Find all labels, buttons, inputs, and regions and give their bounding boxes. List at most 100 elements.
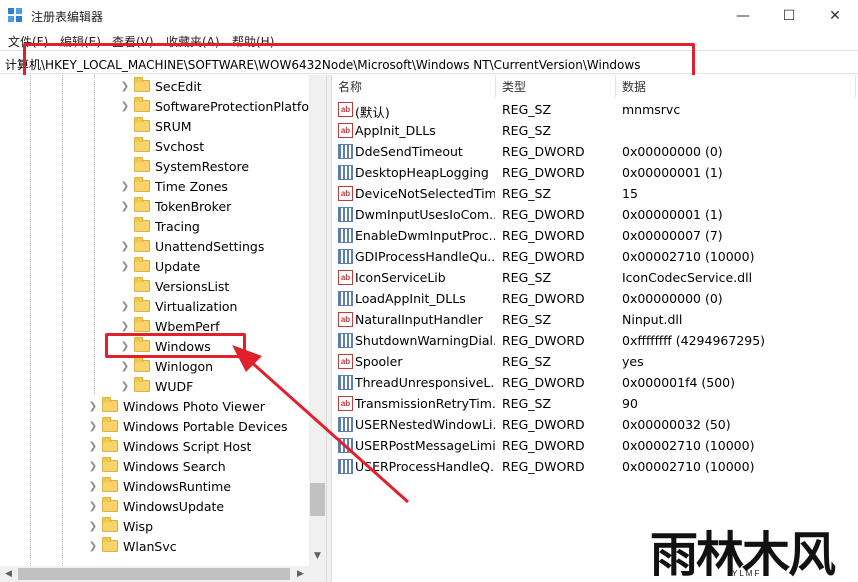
tree-item[interactable]: ❯ Windows Script Host (86, 436, 251, 456)
column-header-name[interactable]: 名称 (332, 75, 496, 97)
tree-item-label: Windows Script Host (123, 438, 252, 454)
tree-item[interactable]: ❯ TokenBroker (118, 196, 231, 216)
tree-item[interactable]: ❯ WUDF (118, 376, 193, 396)
chevron-right-icon[interactable]: ❯ (86, 516, 100, 536)
scroll-left-arrow-icon[interactable]: ◀ (0, 566, 17, 582)
tree-item[interactable]: ❯ Winlogon (118, 356, 213, 376)
chevron-right-icon[interactable]: ❯ (118, 336, 132, 356)
chevron-right-icon[interactable]: ❯ (86, 476, 100, 496)
binary-value-icon (338, 165, 353, 180)
tree-item[interactable]: ❯ WlanSvc (86, 536, 177, 556)
tree-item[interactable]: VersionsList (118, 276, 229, 296)
value-row[interactable]: ab Spooler REG_SZ yes (332, 351, 858, 372)
address-bar[interactable]: 计算机\HKEY_LOCAL_MACHINE\SOFTWARE\WOW6432N… (0, 50, 858, 74)
folder-icon (134, 197, 150, 212)
chevron-right-icon[interactable]: ❯ (86, 536, 100, 556)
chevron-right-icon[interactable]: ❯ (118, 196, 132, 216)
value-row[interactable]: ab IconServiceLib REG_SZ IconCodecService.d… (332, 267, 858, 288)
folder-icon (134, 117, 150, 132)
tree-item-label: Winlogon (155, 358, 214, 374)
chevron-right-icon[interactable]: ❯ (118, 376, 132, 396)
minimize-button[interactable]: — (720, 0, 766, 31)
chevron-right-icon[interactable]: ❯ (86, 496, 100, 516)
tree-item[interactable]: ❯ WbemPerf (118, 316, 219, 336)
tree-horizontal-scroll-thumb[interactable] (18, 568, 290, 580)
tree-item-label: VersionsList (155, 278, 230, 294)
tree-item[interactable]: ❯ Windows Portable Devices (86, 416, 288, 436)
tree-item[interactable]: ❯ Windows Search (86, 456, 226, 476)
tree-item[interactable]: Tracing (118, 216, 200, 236)
chevron-right-icon[interactable]: ❯ (118, 76, 132, 96)
menu-edit[interactable]: 编辑(E) (60, 33, 101, 50)
chevron-right-icon[interactable]: ❯ (118, 176, 132, 196)
value-row[interactable]: ab NaturalInputHandler REG_SZ Ninput.dll (332, 309, 858, 330)
binary-value-icon (338, 375, 353, 390)
tree-item[interactable]: SystemRestore (118, 156, 249, 176)
tree-item[interactable]: ❯ Virtualization (118, 296, 237, 316)
value-row[interactable]: ab AppInit_DLLs REG_SZ (332, 120, 858, 141)
value-row[interactable]: ShutdownWarningDial... REG_DWORD 0xfffffff… (332, 330, 858, 351)
column-header-data[interactable]: 数据 (616, 75, 856, 97)
chevron-right-icon[interactable]: ❯ (118, 256, 132, 276)
column-header-type[interactable]: 类型 (496, 75, 616, 97)
tree-item[interactable]: ❯ Update (118, 256, 200, 276)
tree-item[interactable]: Svchost (118, 136, 204, 156)
tree-item[interactable]: ❯ UnattendSettings (118, 236, 264, 256)
value-row[interactable]: ThreadUnresponsiveL... REG_DWORD 0x000001f… (332, 372, 858, 393)
window-title: 注册表编辑器 (31, 10, 104, 24)
value-row[interactable]: EnableDwmInputProc... REG_DWORD 0x00000007… (332, 225, 858, 246)
value-row[interactable]: ab (默认) REG_SZ mnmsrvc (332, 99, 858, 120)
tree-vertical-scroll-thumb[interactable] (310, 483, 325, 516)
tree-item[interactable]: SRUM (118, 116, 192, 136)
value-row[interactable]: USERPostMessageLimit REG_DWORD 0x00002710 … (332, 435, 858, 456)
tree-item[interactable]: ❯ WindowsRuntime (86, 476, 231, 496)
value-row[interactable]: USERProcessHandleQ... REG_DWORD 0x00002710… (332, 456, 858, 477)
address-path[interactable]: 计算机\HKEY_LOCAL_MACHINE\SOFTWARE\WOW6432N… (5, 56, 640, 73)
value-data: 0x000001f4 (500) (622, 375, 736, 390)
scroll-right-arrow-icon[interactable]: ▶ (292, 566, 309, 582)
menu-file[interactable]: 文件(F) (8, 33, 48, 50)
tree-item-label: SoftwareProtectionPlatform (155, 98, 326, 114)
chevron-right-icon[interactable]: ❯ (86, 416, 100, 436)
chevron-right-icon[interactable]: ❯ (86, 456, 100, 476)
value-row[interactable]: ab TransmissionRetryTim... REG_SZ 90 (332, 393, 858, 414)
tree-item-label: SRUM (155, 118, 192, 134)
chevron-right-icon (118, 116, 132, 136)
value-row[interactable]: LoadAppInit_DLLs REG_DWORD 0x00000000 (0) (332, 288, 858, 309)
close-button[interactable]: ✕ (812, 0, 858, 31)
chevron-right-icon[interactable]: ❯ (118, 296, 132, 316)
tree-item[interactable]: ❯ SoftwareProtectionPlatform (118, 96, 326, 116)
chevron-right-icon[interactable]: ❯ (86, 436, 100, 456)
chevron-right-icon[interactable]: ❯ (118, 96, 132, 116)
tree-item[interactable]: ❯ Wisp (86, 516, 153, 536)
value-data: 0x00002710 (10000) (622, 459, 755, 474)
value-row[interactable]: ab DeviceNotSelectedTim... REG_SZ 15 (332, 183, 858, 204)
value-row[interactable]: DdeSendTimeout REG_DWORD 0x00000000 (0) (332, 141, 858, 162)
maximize-button[interactable]: ☐ (766, 0, 812, 31)
menu-help[interactable]: 帮助(H) (232, 33, 274, 50)
chevron-right-icon[interactable]: ❯ (118, 316, 132, 336)
tree-item[interactable]: ❯ Windows Photo Viewer (86, 396, 265, 416)
chevron-right-icon[interactable]: ❯ (86, 396, 100, 416)
folder-icon (102, 477, 118, 492)
tree-item[interactable]: ❯ WindowsUpdate (86, 496, 224, 516)
binary-value-icon (338, 144, 353, 159)
value-type: REG_SZ (502, 396, 552, 411)
chevron-right-icon[interactable]: ❯ (118, 236, 132, 256)
value-row[interactable]: DwmInputUsesIoCom... REG_DWORD 0x00000001 … (332, 204, 858, 225)
value-row[interactable]: GDIProcessHandleQu... REG_DWORD 0x00002710… (332, 246, 858, 267)
scroll-down-arrow-icon[interactable]: ▼ (309, 548, 326, 564)
value-row[interactable]: USERNestedWindowLi... REG_DWORD 0x00000032… (332, 414, 858, 435)
tree-item[interactable]: ❯ Time Zones (118, 176, 228, 196)
chevron-right-icon[interactable]: ❯ (118, 356, 132, 376)
tree-guide-line (94, 75, 95, 395)
tree-item[interactable]: ❯ Windows (118, 336, 211, 356)
string-value-icon: ab (338, 396, 353, 411)
menu-favorites[interactable]: 收藏夹(A) (166, 33, 220, 50)
value-data: 0x00002710 (10000) (622, 249, 755, 264)
menu-view[interactable]: 查看(V) (112, 33, 154, 50)
binary-value-icon (338, 417, 353, 432)
values-list: 名称 类型 数据 ab (默认) REG_SZ mnmsrvc ab AppInit_DL… (332, 75, 858, 582)
tree-item[interactable]: ❯ SecEdit (118, 76, 202, 96)
value-row[interactable]: DesktopHeapLogging REG_DWORD 0x00000001 (1… (332, 162, 858, 183)
